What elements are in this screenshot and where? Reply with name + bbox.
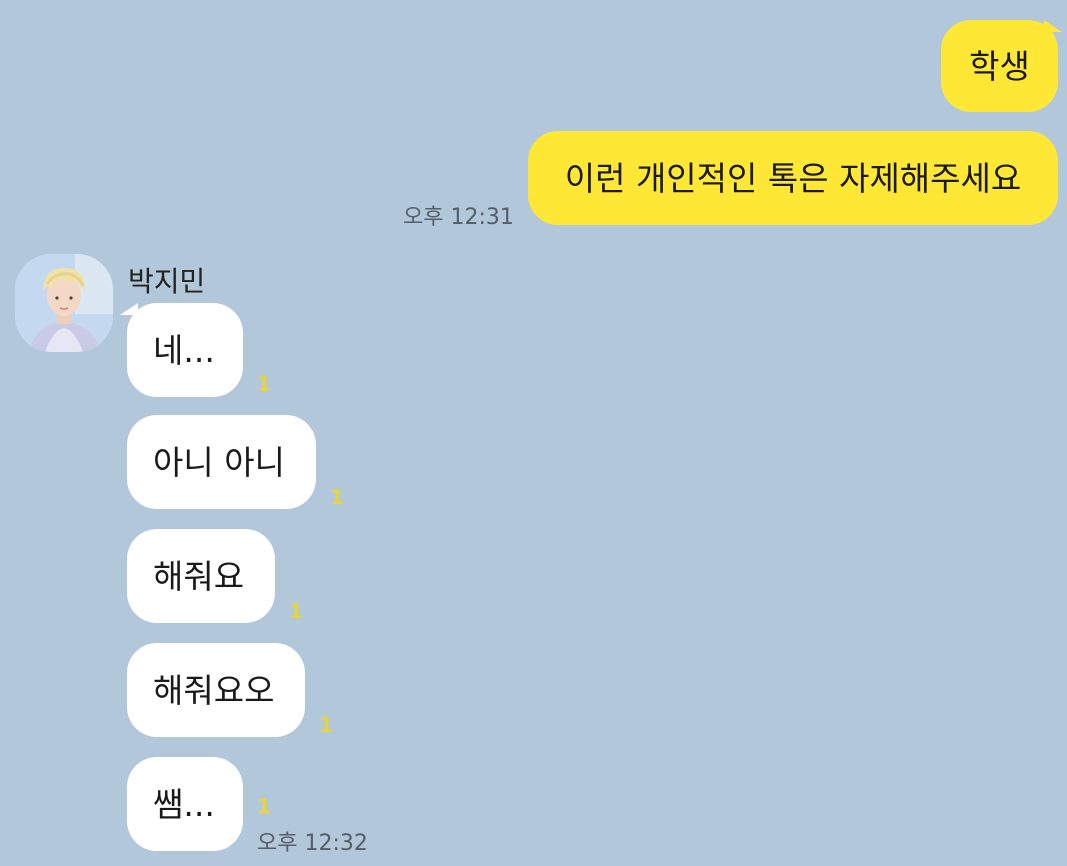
sent-message-bubble[interactable]: 학생 [941,20,1058,112]
message-time: 오후 12:32 [257,831,368,856]
received-message-bubble[interactable]: 해줘요 [127,529,275,623]
received-message-bubble[interactable]: 해줘요오 [127,643,305,737]
message-text: 학생 [969,46,1030,86]
message-text: 해줘요 [153,556,245,596]
message-text: 해줘요오 [153,670,275,710]
sender-avatar[interactable] [15,254,113,352]
unread-count: 1 [289,599,303,623]
sent-message-bubble[interactable]: 이런 개인적인 톡은 자제해주세요 [528,131,1058,225]
message-text: 아니 아니 [153,442,285,482]
bubble-tail [1044,20,1062,32]
message-text: 쌤... [153,784,215,824]
unread-count: 1 [330,485,344,509]
unread-count: 1 [257,372,271,396]
chat-room: 학생 오후 12:31 이런 개인적인 톡은 자제해주세요 박지민 네... 1… [0,0,1067,866]
unread-count: 1 [257,794,271,818]
received-message-bubble[interactable]: 아니 아니 [127,415,316,509]
message-text: 이런 개인적인 톡은 자제해주세요 [564,158,1022,198]
message-time: 오후 12:31 [403,205,514,230]
unread-count: 1 [319,713,333,737]
sender-name: 박지민 [128,265,206,298]
received-message-bubble[interactable]: 네... [127,303,243,397]
avatar-photo-icon [15,254,113,352]
message-text: 네... [153,330,215,370]
received-message-bubble[interactable]: 쌤... [127,757,243,851]
